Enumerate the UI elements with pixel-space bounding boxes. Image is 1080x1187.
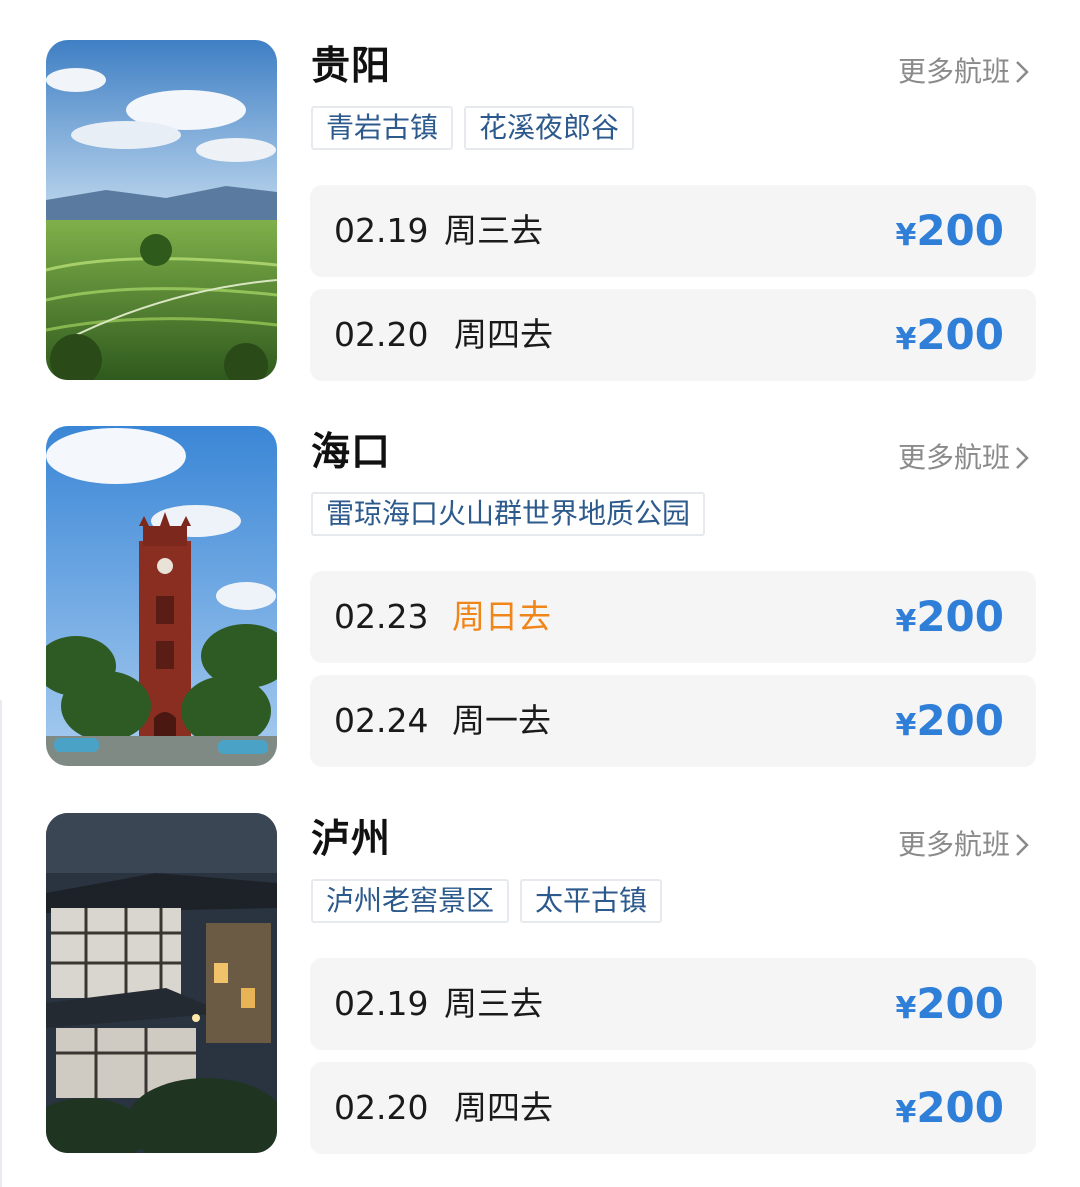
currency-symbol: ¥ (895, 604, 917, 639)
flight-price: ¥200 (895, 1062, 1004, 1159)
destination-photo-terraces[interactable] (46, 40, 277, 380)
flight-date: 02.19 (334, 211, 429, 250)
price-value: 200 (916, 310, 1004, 359)
more-flights-label: 更多航班 (897, 828, 1010, 861)
more-flights-link[interactable]: 更多航班 (898, 52, 1030, 92)
flight-option-row[interactable]: 02.20 周四去 ¥200 (310, 1062, 1036, 1154)
chevron-right-icon (1016, 834, 1029, 856)
flight-option-row[interactable]: 02.24 周一去 ¥200 (310, 675, 1036, 767)
flight-weekday: 周三去 (444, 984, 543, 1023)
destination-photo-clock-tower[interactable] (46, 426, 277, 766)
flight-weekday: 周四去 (454, 315, 553, 354)
attraction-tag[interactable]: 泸州老窖景区 (311, 879, 510, 923)
flight-option-row[interactable]: 02.19 周三去 ¥200 (310, 185, 1036, 277)
flight-date: 02.23 (334, 597, 429, 636)
chevron-right-icon (1016, 447, 1029, 469)
destination-card-luzhou[interactable]: 泸州 更多航班 泸州老窖景区 太平古镇 02.19 周三去 ¥200 02.20… (0, 813, 1080, 1158)
attraction-tags: 雷琼海口火山群世界地质公园 (311, 492, 706, 536)
attraction-tags: 泸州老窖景区 太平古镇 (311, 879, 663, 923)
more-flights-link[interactable]: 更多航班 (898, 825, 1030, 865)
attraction-tag[interactable]: 太平古镇 (520, 879, 663, 923)
more-flights-label: 更多航班 (897, 55, 1010, 88)
currency-symbol: ¥ (895, 322, 917, 357)
flight-weekday: 周三去 (444, 211, 543, 250)
flight-price: ¥200 (895, 675, 1004, 772)
flight-weekday: 周四去 (454, 1088, 553, 1127)
city-name: 海口 (311, 430, 392, 475)
destination-card-haikou[interactable]: 海口 更多航班 雷琼海口火山群世界地质公园 02.23 周日去 ¥200 02.… (0, 426, 1080, 771)
flight-date: 02.24 (334, 701, 429, 740)
flight-weekday: 周一去 (452, 701, 551, 740)
price-value: 200 (916, 592, 1004, 641)
destination-card-guiyang[interactable]: 贵阳 更多航班 青岩古镇 花溪夜郎谷 02.19 周三去 ¥200 02.20 … (0, 40, 1080, 385)
attraction-tag[interactable]: 雷琼海口火山群世界地质公园 (311, 492, 706, 536)
flight-price: ¥200 (895, 289, 1004, 386)
flight-option-row[interactable]: 02.23 周日去 ¥200 (310, 571, 1036, 663)
attraction-tags: 青岩古镇 花溪夜郎谷 (311, 106, 635, 150)
more-flights-link[interactable]: 更多航班 (898, 438, 1030, 478)
chevron-right-icon (1016, 61, 1029, 83)
currency-symbol: ¥ (895, 991, 917, 1026)
flight-option-row[interactable]: 02.20 周四去 ¥200 (310, 289, 1036, 381)
price-value: 200 (916, 696, 1004, 745)
city-name: 贵阳 (311, 44, 392, 89)
price-value: 200 (916, 979, 1004, 1028)
flight-date: 02.20 (334, 315, 429, 354)
flight-option-row[interactable]: 02.19 周三去 ¥200 (310, 958, 1036, 1050)
flight-date: 02.19 (334, 984, 429, 1023)
currency-symbol: ¥ (895, 1095, 917, 1130)
city-name: 泸州 (311, 817, 392, 862)
flight-weekday: 周日去 (452, 597, 551, 636)
price-value: 200 (916, 206, 1004, 255)
currency-symbol: ¥ (895, 218, 917, 253)
attraction-tag[interactable]: 花溪夜郎谷 (464, 106, 635, 150)
flight-price: ¥200 (895, 571, 1004, 668)
more-flights-label: 更多航班 (897, 441, 1010, 474)
attraction-tag[interactable]: 青岩古镇 (311, 106, 454, 150)
price-value: 200 (916, 1083, 1004, 1132)
currency-symbol: ¥ (895, 708, 917, 743)
destination-photo-old-town[interactable] (46, 813, 277, 1153)
flight-price: ¥200 (895, 958, 1004, 1055)
flight-date: 02.20 (334, 1088, 429, 1127)
flight-price: ¥200 (895, 185, 1004, 282)
